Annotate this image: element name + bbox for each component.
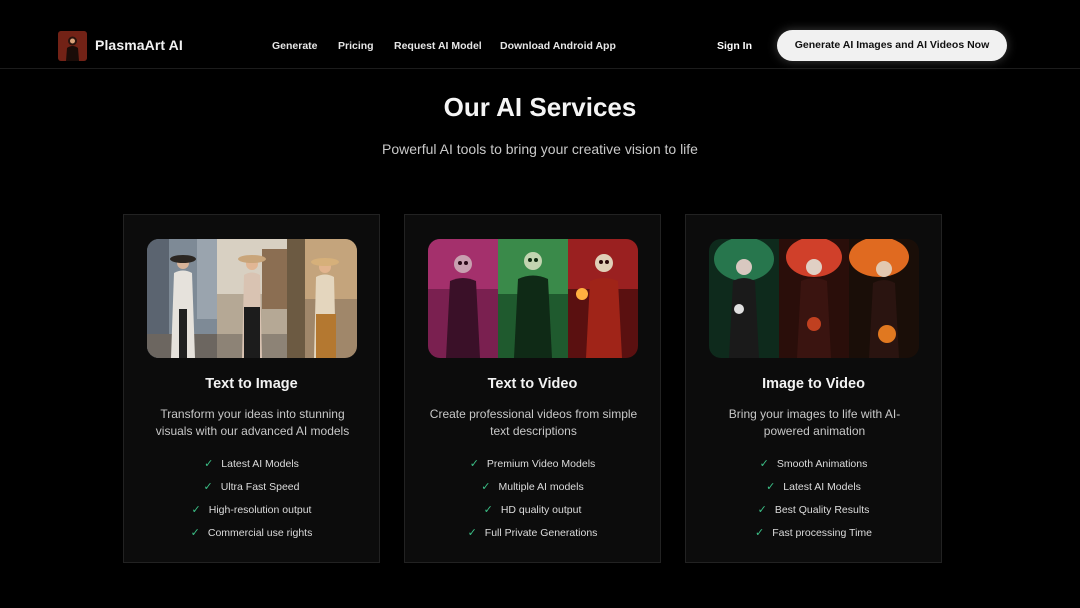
feature-item: ✓ Full Private Generations [405, 525, 660, 548]
service-card-image-to-video[interactable]: Image to Video Bring your images to life… [685, 214, 942, 563]
feature-item: ✓ Multiple AI models [405, 479, 660, 502]
feature-item: ✓ Best Quality Results [686, 502, 941, 525]
feature-label: Fast processing Time [772, 527, 872, 539]
nav-link-generate[interactable]: Generate [272, 40, 318, 52]
feature-list: ✓ Premium Video Models ✓ Multiple AI model… [405, 456, 660, 548]
service-card-text-to-image[interactable]: Text to Image Transform your ideas into … [123, 214, 380, 563]
check-icon: ✓ [190, 527, 200, 539]
feature-label: High-resolution output [208, 504, 312, 516]
feature-item: ✓ Ultra Fast Speed [124, 479, 379, 502]
check-icon: ✓ [766, 481, 776, 493]
check-icon: ✓ [757, 504, 767, 516]
card-description: Create professional videos from simple t… [429, 407, 638, 438]
card-title: Text to Image [205, 376, 298, 392]
feature-item: ✓ Latest AI Models [686, 479, 941, 502]
feature-item: ✓ Fast processing Time [686, 525, 941, 548]
text-to-video-preview [428, 239, 638, 358]
section-title: Our AI Services [443, 92, 637, 122]
feature-item: ✓ HD quality output [405, 502, 660, 525]
check-icon: ✓ [191, 504, 201, 516]
feature-label: Smooth Animations [776, 458, 868, 470]
top-nav: PlasmaArt AI Generate Pricing Request AI… [0, 0, 1080, 69]
feature-item: ✓ Commercial use rights [124, 525, 379, 548]
generate-cta-button[interactable]: Generate AI Images and AI Videos Now [777, 30, 1007, 61]
feature-list: ✓ Smooth Animations ✓ Latest AI Models ✓ Be… [686, 456, 941, 548]
feature-list: ✓ Latest AI Models ✓ Ultra Fast Speed ✓ Hig… [124, 456, 379, 548]
feature-label: Ultra Fast Speed [220, 481, 300, 493]
feature-label: Commercial use rights [207, 527, 313, 539]
check-icon: ✓ [469, 458, 479, 470]
check-icon: ✓ [483, 504, 493, 516]
nav-link-download-android-app[interactable]: Download Android App [500, 40, 616, 52]
image-to-video-preview [709, 239, 919, 358]
check-icon: ✓ [481, 481, 491, 493]
feature-label: Multiple AI models [498, 481, 584, 493]
feature-label: Latest AI Models [221, 458, 299, 470]
feature-label: HD quality output [500, 504, 582, 516]
feature-item: ✓ Smooth Animations [686, 456, 941, 479]
sign-in-link[interactable]: Sign In [717, 40, 752, 52]
card-title: Text to Video [487, 376, 578, 392]
feature-item: ✓ High-resolution output [124, 502, 379, 525]
feature-item: ✓ Premium Video Models [405, 456, 660, 479]
feature-item: ✓ Latest AI Models [124, 456, 379, 479]
logo-icon[interactable] [58, 31, 87, 61]
feature-label: Best Quality Results [774, 504, 870, 516]
feature-label: Latest AI Models [783, 481, 861, 493]
card-description: Bring your images to life with AI-powere… [728, 407, 901, 438]
feature-label: Full Private Generations [484, 527, 598, 539]
section-subtitle: Powerful AI tools to bring your creative… [382, 141, 698, 157]
brand-name[interactable]: PlasmaArt AI [95, 37, 183, 53]
service-card-text-to-video[interactable]: Text to Video Create professional videos… [404, 214, 661, 563]
check-icon: ✓ [754, 527, 765, 539]
nav-link-pricing[interactable]: Pricing [338, 40, 374, 52]
check-icon: ✓ [203, 481, 213, 493]
text-to-image-preview [147, 239, 357, 358]
check-icon: ✓ [467, 527, 477, 539]
card-title: Image to Video [762, 376, 865, 392]
feature-label: Premium Video Models [486, 458, 596, 470]
card-description: Transform your ideas into stunning visua… [155, 407, 350, 438]
nav-link-request-ai-model[interactable]: Request AI Model [394, 40, 482, 52]
check-icon: ✓ [204, 458, 214, 470]
check-icon: ✓ [759, 458, 769, 470]
